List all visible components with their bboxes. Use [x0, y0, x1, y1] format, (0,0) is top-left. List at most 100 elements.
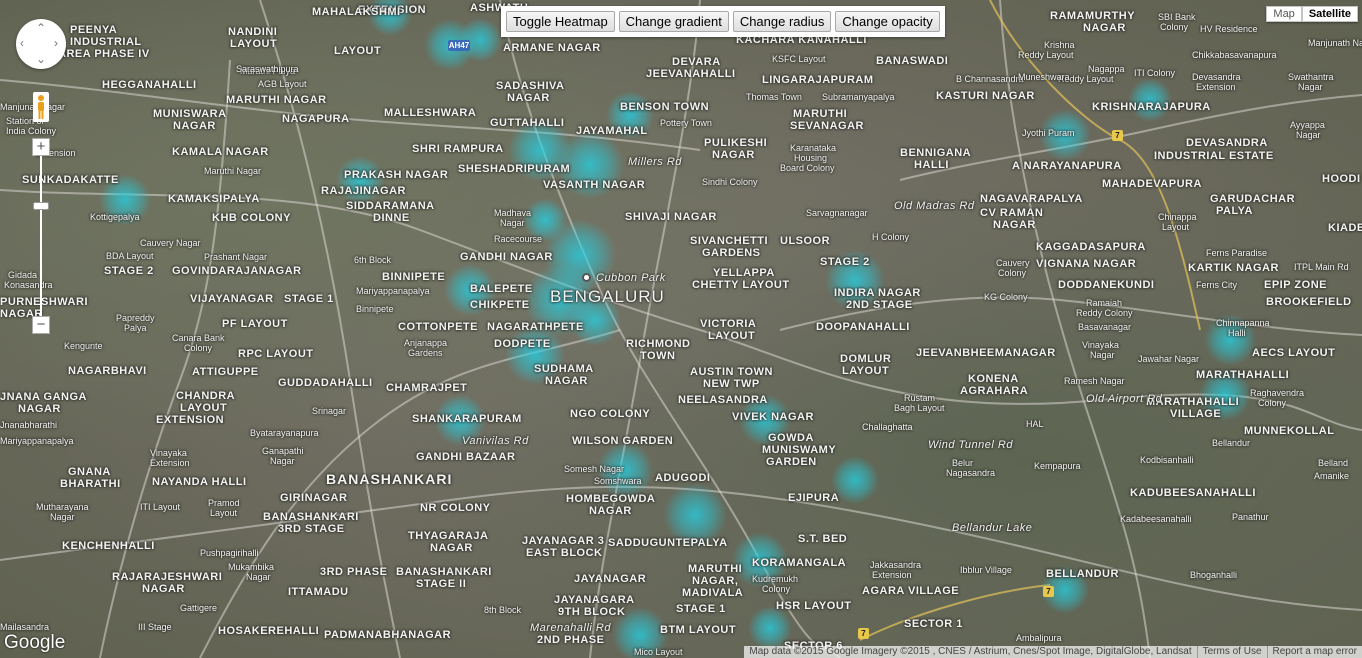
map-label: Bharathi	[60, 478, 121, 490]
change-radius-button[interactable]: Change radius	[732, 11, 832, 32]
map-label: Maruthi	[688, 563, 743, 575]
map-label: Sudhama	[534, 363, 594, 375]
map-label: Nayanda Halli	[152, 476, 247, 488]
cubbon-park-marker[interactable]	[582, 273, 591, 282]
map-label: Maruthi Nagar	[226, 94, 327, 106]
map-label: 2nd Stage	[846, 299, 913, 311]
terms-of-use-link[interactable]: Terms of Use	[1196, 646, 1267, 658]
google-logo[interactable]: Google	[4, 632, 65, 654]
zoom-out-button[interactable]: −	[32, 316, 50, 334]
map-label: Nagar	[1083, 22, 1126, 34]
map-label: Yellappa	[713, 267, 775, 279]
map-label: ITPL Main Rd	[1294, 262, 1349, 272]
map-label: Sadashiva	[496, 80, 565, 92]
map-label: Millers Rd	[628, 156, 682, 168]
map-label: Layout	[842, 365, 890, 377]
map-label: Chikkabasavanapura	[1192, 50, 1277, 60]
map-label: Binnipete	[382, 271, 446, 283]
map-label: Gnana	[68, 466, 111, 478]
map-label: Challaghatta	[862, 422, 913, 432]
map-type-map-button[interactable]: Map	[1266, 6, 1302, 22]
map-label: Ambalipura	[1016, 633, 1062, 643]
zoom-slider-track[interactable]	[40, 156, 42, 316]
map-data-credit: Map data ©2015 Google Imagery ©2015 , CN…	[749, 646, 1192, 657]
zoom-slider-thumb[interactable]	[33, 202, 49, 210]
map-label: Colony	[1160, 22, 1189, 32]
change-opacity-button[interactable]: Change opacity	[835, 11, 940, 32]
map-label: Colony	[1258, 398, 1287, 408]
map-label: Canara Bank	[172, 333, 225, 343]
map-label: Swathantra	[1288, 72, 1334, 82]
map-label: Hoodi	[1322, 173, 1361, 185]
zoom-in-button[interactable]: +	[32, 138, 50, 156]
pan-left-icon[interactable]: ‹	[20, 37, 24, 49]
map-label: Rustam	[904, 393, 936, 403]
map-label: Palya	[1216, 205, 1253, 217]
map-label: Vasanth Nagar	[543, 179, 646, 191]
map-label: Nagar	[246, 572, 271, 582]
map-label: Vivek Nagar	[732, 411, 814, 423]
map-label: Industrial Estate	[1154, 150, 1274, 162]
map-label: Marenahalli Rd	[530, 622, 611, 634]
map-label: Govindarajanagar	[172, 265, 302, 277]
map-label: Stage 2	[104, 265, 154, 277]
map-label: Village	[1170, 408, 1222, 420]
map-label: 8th Block	[484, 605, 522, 615]
map-label: Ferns City	[1196, 280, 1238, 290]
map-label: Nagarbhavi	[68, 365, 147, 377]
map-label: Ferns Paradise	[1206, 248, 1268, 258]
map-label: RPC Layout	[238, 348, 314, 360]
pan-down-icon[interactable]: ⌄	[36, 53, 46, 65]
map-label: Indira Nagar	[834, 287, 921, 299]
pan-right-icon[interactable]: ›	[54, 37, 58, 49]
map-label: Byatarayanapura	[250, 428, 319, 438]
map-label: Colony	[762, 584, 791, 594]
map-label: Sadduguntepalya	[608, 537, 728, 549]
report-map-error-link[interactable]: Report a map error	[1266, 646, 1362, 658]
map-label: Koramangala	[752, 557, 847, 569]
map-label: Dodpete	[494, 338, 551, 350]
change-gradient-button[interactable]: Change gradient	[618, 11, 729, 32]
map-label: Siddaramana	[346, 200, 435, 212]
route-shield-icon: 7	[858, 628, 869, 639]
map-label: Jnana Ganga	[0, 391, 87, 403]
map-label: Layout	[334, 45, 382, 57]
map-label: Nagasandra	[946, 468, 996, 478]
map-label: Nandini	[228, 26, 278, 38]
map-label: Cubbon Park	[596, 272, 666, 284]
satellite-map[interactable]: Peenya Industrial Area Phase IV Nandini Layo…	[0, 0, 1362, 658]
map-label: Gandhi Bazaar	[416, 451, 516, 463]
map-label: Doddanekundi	[1058, 279, 1155, 291]
pan-control[interactable]: ⌃ ⌄ ‹ ›	[16, 19, 66, 69]
pan-up-icon[interactable]: ⌃	[36, 22, 46, 34]
map-label: Pottery Town	[660, 118, 712, 128]
map-label: Nagar	[500, 218, 525, 228]
map-label: Kodbisanhalli	[1140, 455, 1194, 465]
map-label: A Narayanapura	[1012, 160, 1122, 172]
map-label: Nagappa	[1088, 64, 1125, 74]
pegman-icon[interactable]	[33, 92, 49, 122]
map-label: Jnanabharathi	[0, 420, 58, 430]
map-label: Gardens	[702, 247, 761, 259]
toggle-heatmap-button[interactable]: Toggle Heatmap	[506, 11, 615, 32]
map-label: Domlur	[840, 353, 892, 365]
map-label: Sarvagnanagar	[806, 208, 868, 218]
map-label: Rajarajeshwari	[112, 571, 223, 583]
zoom-control: + −	[32, 138, 50, 334]
map-label: Nagar	[507, 92, 550, 104]
map-label: Sheshadripuram	[458, 163, 571, 175]
map-label: AGB Layout	[258, 79, 307, 89]
map-label: Anjanappa	[404, 338, 448, 348]
map-label: Jeevanbheemanagar	[916, 347, 1056, 359]
map-label: Epip Zone	[1264, 279, 1327, 291]
map-label: Ittamadu	[288, 586, 349, 598]
map-label: Chinnapanna	[1216, 318, 1270, 328]
map-type-satellite-button[interactable]: Satellite	[1301, 6, 1358, 22]
map-label: Panathur	[1232, 512, 1269, 522]
map-label: Vijayanagar	[190, 293, 274, 305]
map-label: H Colony	[872, 232, 910, 242]
map-label: Gattigere	[180, 603, 218, 613]
map-label: Mukambika	[228, 562, 275, 572]
map-label: Ejipura	[788, 492, 840, 504]
map-label: Nagar	[589, 505, 632, 517]
